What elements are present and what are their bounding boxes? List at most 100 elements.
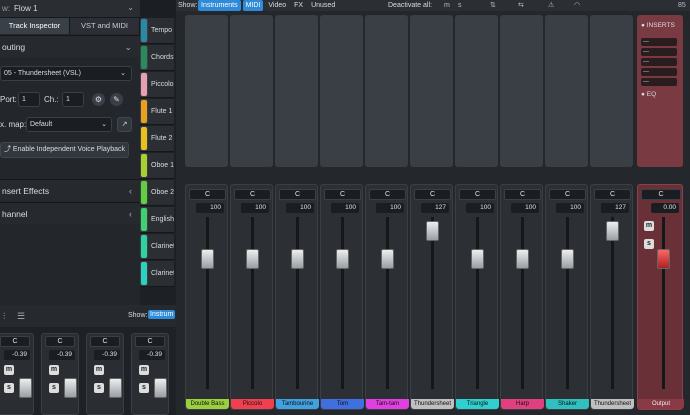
output-fader-handle[interactable] <box>657 249 670 269</box>
tab-vst-midi[interactable]: VST and MIDI <box>70 18 140 34</box>
pan-control[interactable]: C <box>234 189 271 200</box>
solo-button[interactable]: s <box>644 239 654 249</box>
staff-item[interactable]: Oboe 1 <box>140 153 174 179</box>
pan-control[interactable]: C <box>279 189 316 200</box>
output-volume[interactable]: 0.00 <box>651 203 679 213</box>
mini-pan[interactable]: C <box>45 336 75 347</box>
volume-readout[interactable]: 100 <box>376 203 404 213</box>
staff-item[interactable]: Chords <box>140 45 174 71</box>
volume-readout[interactable]: 100 <box>511 203 539 213</box>
channel-insert-area[interactable] <box>365 15 408 167</box>
channel-insert-area[interactable] <box>185 15 228 167</box>
signal-icon[interactable]: ◠ <box>574 0 580 11</box>
fader-handle[interactable] <box>426 221 439 241</box>
insert-slot[interactable]: --- <box>641 48 677 56</box>
warning-triangle-icon[interactable]: ⚠ <box>548 0 554 11</box>
fader-handle[interactable] <box>336 249 349 269</box>
staff-item[interactable]: Flute 2 <box>140 126 174 152</box>
channel-insert-area[interactable] <box>320 15 363 167</box>
mini-pan[interactable]: C <box>90 336 120 347</box>
channel-stepper[interactable]: 1 <box>62 92 84 107</box>
pan-control[interactable]: C <box>549 189 586 200</box>
mini-fader-handle[interactable] <box>109 378 122 398</box>
solo-all-icon[interactable]: s <box>458 0 462 11</box>
mixer-faders-icon[interactable]: ⫶ <box>3 311 5 322</box>
insert-slot[interactable]: --- <box>641 78 677 86</box>
mini-pan[interactable]: C <box>135 336 165 347</box>
pan-control[interactable]: C <box>369 189 406 200</box>
solo-button[interactable]: s <box>94 383 104 393</box>
fader-handle[interactable] <box>201 249 214 269</box>
routing-section-header[interactable]: outing ⌄ <box>0 35 140 57</box>
channel-insert-area[interactable] <box>275 15 318 167</box>
bottom-instruments-filter[interactable]: Instrum <box>148 310 176 319</box>
mute-button[interactable]: m <box>49 365 59 375</box>
mute-all-icon[interactable]: m <box>444 0 450 11</box>
pan-control[interactable]: C <box>504 189 541 200</box>
staff-item[interactable]: Oboe 2 <box>140 180 174 206</box>
mini-pan[interactable]: C <box>0 336 30 347</box>
staff-item[interactable]: Tempo <box>140 18 174 44</box>
pan-control[interactable]: C <box>459 189 496 200</box>
insert-effects-section-header[interactable]: nsert Effects ‹ <box>0 179 140 201</box>
pan-control[interactable]: C <box>414 189 451 200</box>
filter-instruments[interactable]: Instruments <box>198 0 241 11</box>
fader-handle[interactable] <box>561 249 574 269</box>
mute-button[interactable]: m <box>94 365 104 375</box>
volume-readout[interactable]: 100 <box>286 203 314 213</box>
pan-control[interactable]: C <box>594 189 631 200</box>
mini-fader-handle[interactable] <box>64 378 77 398</box>
fader-handle[interactable] <box>606 221 619 241</box>
port-stepper[interactable]: 1 <box>18 92 40 107</box>
channel-insert-area[interactable] <box>500 15 543 167</box>
volume-readout[interactable]: 127 <box>421 203 449 213</box>
fader-handle[interactable] <box>246 249 259 269</box>
mini-volume[interactable]: -0.39 <box>94 350 120 360</box>
staff-item[interactable]: Clarinet <box>140 261 174 287</box>
channel-section-header[interactable]: hannel ‹ <box>0 202 140 224</box>
mute-button[interactable]: m <box>139 365 149 375</box>
mixer-settings-icon[interactable]: ☰ <box>17 311 25 322</box>
chevron-down-icon[interactable]: ⌄ <box>127 3 134 12</box>
filter-midi[interactable]: MIDI <box>242 0 264 11</box>
volume-readout[interactable]: 100 <box>331 203 359 213</box>
channel-insert-area[interactable] <box>545 15 588 167</box>
open-external-icon[interactable]: ↗ <box>117 117 132 132</box>
staff-item[interactable]: Piccolo <box>140 72 174 98</box>
volume-readout[interactable]: 127 <box>601 203 629 213</box>
enable-voice-playback-button[interactable]: ⤴ Enable Independent Voice Playback <box>0 142 129 158</box>
mini-fader-handle[interactable] <box>154 378 167 398</box>
flow-name[interactable]: Flow 1 <box>14 4 38 13</box>
midi-icon[interactable]: ⇆ <box>518 0 524 11</box>
fader-handle[interactable] <box>291 249 304 269</box>
solo-button[interactable]: s <box>4 383 14 393</box>
edit-icon[interactable]: ✎ <box>110 93 123 106</box>
channel-insert-area[interactable] <box>455 15 498 167</box>
inserts-label[interactable]: ● INSERTS <box>641 22 675 29</box>
sync-icon[interactable]: ⇅ <box>490 0 496 11</box>
insert-slot[interactable]: --- <box>641 58 677 66</box>
volume-readout[interactable]: 100 <box>556 203 584 213</box>
mini-volume[interactable]: -0.39 <box>139 350 165 360</box>
solo-button[interactable]: s <box>139 383 149 393</box>
channel-insert-area[interactable] <box>230 15 273 167</box>
gear-icon[interactable]: ⚙ <box>92 93 105 106</box>
filter-fx[interactable]: FX <box>291 0 306 11</box>
channel-insert-area[interactable] <box>410 15 453 167</box>
volume-readout[interactable]: 100 <box>196 203 224 213</box>
staff-item[interactable]: Flute 1 <box>140 99 174 125</box>
fader-handle[interactable] <box>516 249 529 269</box>
volume-readout[interactable]: 100 <box>466 203 494 213</box>
expression-map-select[interactable]: Default ⌄ <box>26 117 112 132</box>
channel-insert-area[interactable] <box>590 15 633 167</box>
tab-track-inspector[interactable]: Track Inspector <box>0 18 70 34</box>
filter-unused[interactable]: Unused <box>308 0 338 11</box>
mini-volume[interactable]: -0.39 <box>4 350 30 360</box>
insert-slot[interactable]: --- <box>641 68 677 76</box>
mini-fader-handle[interactable] <box>19 378 32 398</box>
eq-label[interactable]: ● EQ <box>641 91 656 98</box>
mute-button[interactable]: m <box>4 365 14 375</box>
staff-item[interactable]: English <box>140 207 174 233</box>
instrument-select[interactable]: 05 - Thundersheet (VSL) ⌄ <box>0 66 132 81</box>
filter-video[interactable]: Video <box>265 0 289 11</box>
